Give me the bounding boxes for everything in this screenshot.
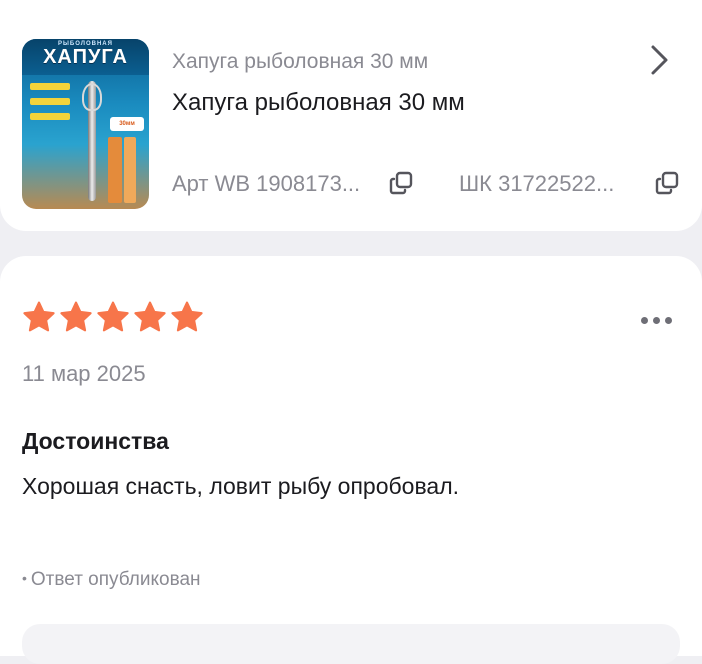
answer-status-dot: • — [22, 570, 27, 586]
answer-status-label: Ответ опубликован — [30, 569, 201, 590]
product-image-banner-big: ХАПУГА — [43, 46, 128, 68]
review-section-title: Достоинства — [22, 428, 169, 454]
rating-stars — [22, 300, 204, 336]
chevron-right-icon[interactable] — [646, 44, 672, 76]
copy-article-icon[interactable] — [389, 171, 413, 195]
answer-block — [22, 624, 680, 664]
star-icon — [23, 301, 55, 332]
review-card: 11 мар 2025 Достоинства Хорошая снасть, … — [0, 256, 702, 664]
product-barcode: ШК 31722522... — [459, 171, 615, 196]
star-icon — [171, 301, 203, 332]
answer-status: • Ответ опубликован — [22, 569, 201, 591]
product-image-hook — [82, 83, 102, 111]
copy-barcode-icon[interactable] — [655, 171, 679, 195]
product-article: Арт WB 1908173... — [172, 171, 361, 196]
product-image[interactable]: РЫБОЛОВНАЯ ХАПУГА 30мм — [22, 39, 149, 209]
product-image-tube — [108, 137, 122, 203]
star-icon — [134, 301, 166, 332]
product-image-size-badge: 30мм — [110, 117, 144, 131]
product-image-banner: РЫБОЛОВНАЯ ХАПУГА — [22, 39, 149, 75]
product-card[interactable]: РЫБОЛОВНАЯ ХАПУГА 30мм Хапуга рыболовная… — [0, 0, 702, 231]
star-icon — [97, 301, 129, 332]
review-date: 11 мар 2025 — [22, 361, 146, 386]
product-title[interactable]: Хапуга рыболовная 30 мм — [172, 89, 465, 117]
product-subtitle: Хапуга рыболовная 30 мм — [172, 50, 429, 73]
product-image-tube-2 — [124, 137, 136, 203]
product-image-features — [30, 83, 78, 139]
review-text: Хорошая снасть, ловит рыбу опробовал. — [22, 473, 460, 499]
star-icon — [60, 301, 92, 332]
more-options-icon[interactable] — [641, 314, 677, 326]
